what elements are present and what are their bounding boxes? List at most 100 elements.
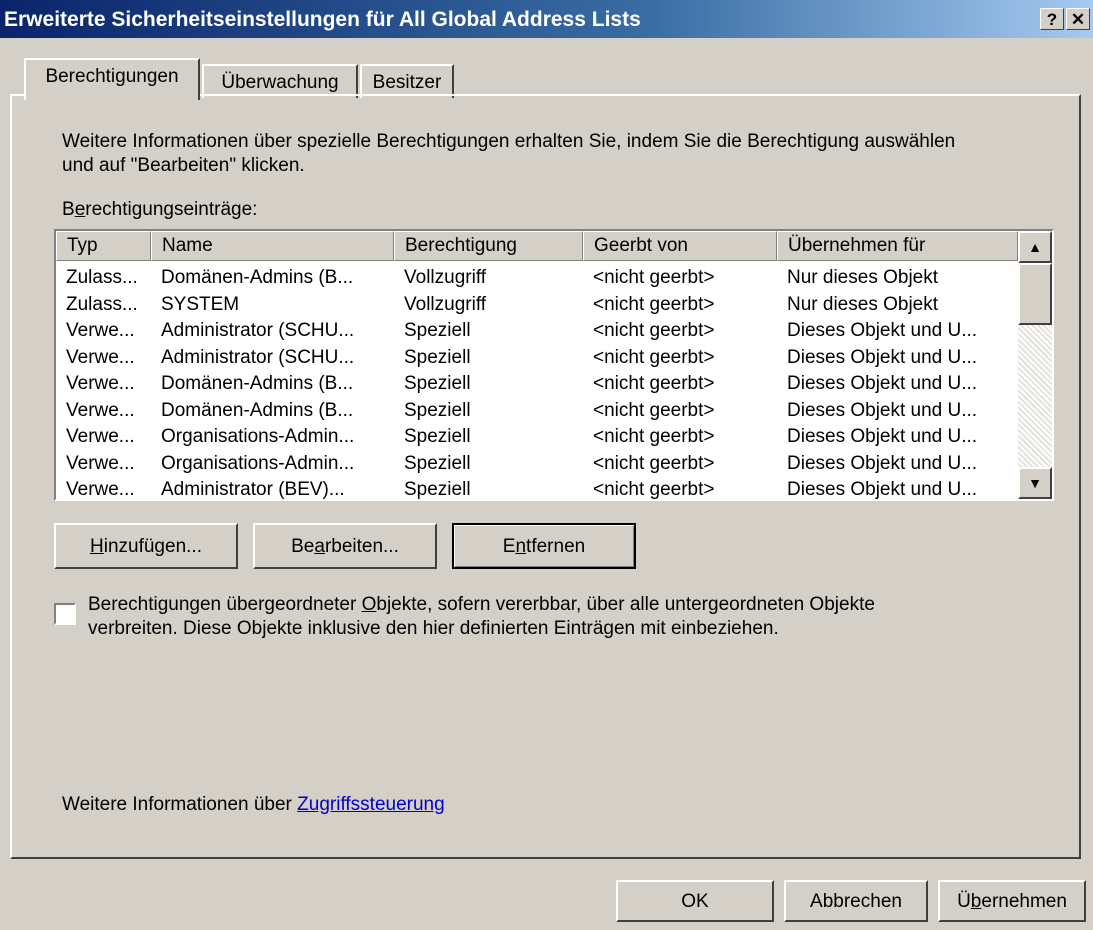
inherit-label-line1: Berechtigungen übergeordneter Objekte, s…	[88, 594, 875, 616]
close-icon[interactable]: ✕	[1066, 8, 1090, 30]
list-cell: Zulass...	[66, 293, 138, 315]
cancel-button[interactable]: Abbrechen	[784, 880, 928, 922]
list-cell: Administrator (BEV)...	[161, 479, 345, 500]
scrollbar-thumb[interactable]	[1018, 263, 1052, 325]
list-item[interactable]: Verwe... Organisations-Admin... Speziell <n…	[56, 453, 1018, 479]
list-item[interactable]: Verwe... Administrator (SCHU... Speziell <n…	[56, 320, 1018, 346]
remove-button-accel: n	[515, 536, 527, 557]
column-header-typ[interactable]: Typ	[56, 231, 151, 261]
list-item[interactable]: Verwe... Domänen-Admins (B... Speziell <nic…	[56, 400, 1018, 426]
list-cell: Zulass...	[66, 267, 138, 288]
list-cell: Vollzugriff	[404, 267, 487, 288]
list-item[interactable]: Verwe... Administrator (BEV)... Speziell <n…	[56, 479, 1018, 500]
tab-besitzer[interactable]: Besitzer	[360, 64, 454, 98]
list-cell: Speziell	[404, 320, 471, 341]
apply-button-accel: b	[970, 891, 982, 912]
scroll-down-icon[interactable]: ▼	[1018, 467, 1052, 499]
list-cell: Speziell	[404, 399, 471, 421]
help-icon[interactable]: ?	[1040, 8, 1064, 30]
list-cell: <nicht geerbt>	[593, 346, 715, 368]
vertical-scrollbar[interactable]: ▲ ▼	[1018, 231, 1052, 499]
list-item[interactable]: Verwe... Administrator (SCHU... Speziell <n…	[56, 347, 1018, 373]
list-cell: Dieses Objekt und U...	[787, 399, 978, 421]
inherit-label-accel: O	[361, 594, 377, 615]
list-cell: Speziell	[404, 426, 471, 447]
list-cell: Nur dieses Objekt	[787, 293, 939, 315]
list-cell: Speziell	[404, 479, 471, 500]
tab-ueberwachung[interactable]: Überwachung	[202, 64, 358, 98]
info-text-line2: und auf "Bearbeiten" klicken.	[62, 155, 305, 176]
column-header-name[interactable]: Name	[151, 231, 394, 261]
list-cell: Domänen-Admins (B...	[161, 267, 354, 288]
column-header-uebernehmen-fuer[interactable]: Übernehmen für	[777, 231, 1018, 261]
tab-label: Besitzer	[372, 72, 442, 93]
tab-berechtigungen[interactable]: Berechtigungen	[24, 58, 200, 100]
list-cell: Verwe...	[66, 399, 135, 421]
list-cell: Organisations-Admin...	[161, 452, 355, 474]
apply-button[interactable]: Übernehmen	[938, 880, 1086, 922]
list-cell: Verwe...	[66, 479, 135, 500]
more-info-text: Weitere Informationen über	[62, 794, 292, 815]
permission-list[interactable]: Typ Name Berechtigung Geerbt von Überneh…	[54, 229, 1054, 501]
list-cell: Speziell	[404, 373, 471, 394]
list-cell: Dieses Objekt und U...	[787, 426, 978, 447]
inherit-label-line2: verbreiten. Diese Objekte inklusive den …	[88, 618, 779, 639]
window-title: Erweiterte Sicherheitseinstellungen für …	[4, 8, 641, 31]
list-cell: <nicht geerbt>	[593, 267, 715, 288]
list-cell: Verwe...	[66, 373, 135, 394]
list-cell: SYSTEM	[161, 293, 240, 315]
column-header-geerbt-von[interactable]: Geerbt von	[583, 231, 777, 261]
entries-label-accel: e	[74, 199, 86, 220]
scroll-up-icon[interactable]: ▲	[1018, 231, 1052, 263]
list-cell: Verwe...	[66, 426, 135, 447]
list-cell: Nur dieses Objekt	[787, 267, 939, 288]
list-cell: <nicht geerbt>	[593, 373, 715, 394]
tab-label: Überwachung	[221, 72, 339, 93]
list-cell: Dieses Objekt und U...	[787, 452, 978, 474]
list-cell: Vollzugriff	[404, 293, 487, 315]
list-cell: Domänen-Admins (B...	[161, 399, 354, 421]
list-cell: <nicht geerbt>	[593, 399, 715, 421]
inherit-label-part: bjekte, sofern vererbbar, über alle unte…	[376, 594, 875, 615]
remove-button[interactable]: Entfernen	[452, 523, 636, 569]
list-item[interactable]: Zulass... SYSTEM Vollzugriff <nicht geerbt>…	[56, 294, 1018, 320]
tab-label: Berechtigungen	[45, 66, 179, 87]
add-button[interactable]: Hinzufügen...	[54, 523, 238, 569]
list-cell: <nicht geerbt>	[593, 426, 715, 447]
list-cell: Dieses Objekt und U...	[787, 479, 978, 500]
list-item[interactable]: Verwe... Domänen-Admins (B... Speziell <nic…	[56, 373, 1018, 399]
info-text-line1: Weitere Informationen über spezielle Ber…	[62, 131, 956, 152]
list-item[interactable]: Zulass... Domänen-Admins (B... Vollzugriff…	[56, 267, 1018, 293]
list-cell: Dieses Objekt und U...	[787, 320, 978, 341]
apply-button-label: ernehmen	[981, 891, 1067, 912]
entries-label-part: rechtigungseinträge:	[85, 199, 258, 220]
remove-button-label: tfernen	[526, 536, 586, 557]
list-cell: Verwe...	[66, 452, 135, 474]
list-cell: Verwe...	[66, 346, 135, 368]
list-cell: Domänen-Admins (B...	[161, 373, 354, 394]
list-cell: Dieses Objekt und U...	[787, 346, 978, 368]
edit-button-label: rbeiten...	[324, 536, 399, 557]
edit-button-accel: a	[314, 536, 325, 557]
entries-label: Berechtigungseinträge:	[62, 199, 257, 221]
access-control-link[interactable]: Zugriffssteuerung	[297, 794, 445, 815]
list-cell: <nicht geerbt>	[593, 293, 715, 315]
ok-button[interactable]: OK	[616, 880, 774, 922]
entries-label-part: B	[62, 199, 75, 220]
apply-button-label: Ü	[957, 891, 971, 912]
list-cell: Speziell	[404, 452, 471, 474]
inherit-checkbox[interactable]	[54, 603, 76, 625]
list-cell: Organisations-Admin...	[161, 426, 355, 447]
list-cell: Administrator (SCHU...	[161, 320, 355, 341]
edit-button[interactable]: Bearbeiten...	[253, 523, 437, 569]
edit-button-label: Be	[291, 536, 315, 557]
list-item[interactable]: Verwe... Organisations-Admin... Speziell <n…	[56, 426, 1018, 452]
list-cell: <nicht geerbt>	[593, 320, 715, 341]
title-bar: Erweiterte Sicherheitseinstellungen für …	[0, 0, 1093, 38]
column-header-berechtigung[interactable]: Berechtigung	[394, 231, 583, 261]
add-button-accel: H	[90, 536, 104, 557]
list-cell: Dieses Objekt und U...	[787, 373, 978, 394]
list-cell: Verwe...	[66, 320, 135, 341]
add-button-label: inzufügen...	[103, 536, 202, 557]
more-info: Weitere Informationen über Zugriffssteue…	[62, 794, 445, 816]
